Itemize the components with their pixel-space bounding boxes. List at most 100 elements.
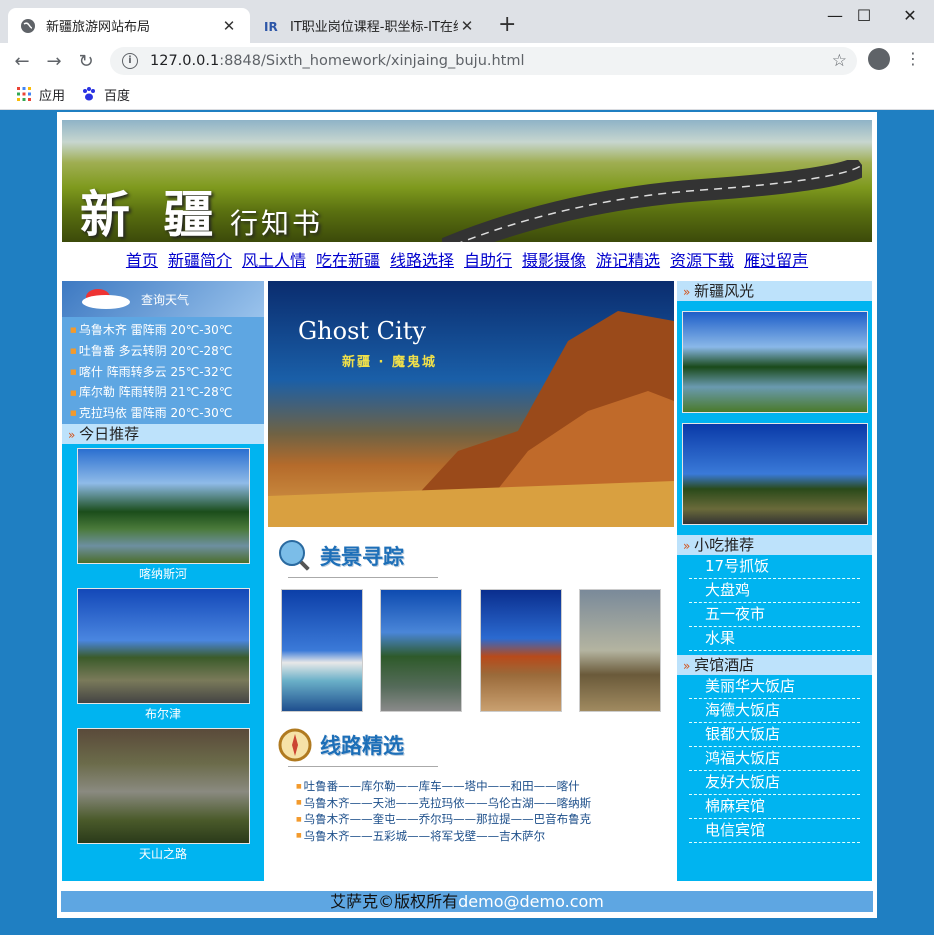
banner-subtitle: 行知书 [230, 207, 324, 240]
bookmarks-bar: 应用 百度 [0, 79, 934, 110]
bookmark-star-icon[interactable]: ☆ [832, 51, 847, 71]
scenic-heading: 美景寻踪 [268, 535, 674, 581]
more-menu-icon[interactable]: ⋮ [905, 49, 921, 69]
new-tab-button[interactable]: + [498, 14, 516, 36]
close-window-icon[interactable]: ✕ [895, 6, 925, 25]
today-list: 喀纳斯河 布尔津 天山之路 [62, 448, 264, 864]
bookmark-baidu[interactable]: 百度 [81, 85, 130, 104]
scenic-title: 美景寻踪 [320, 545, 404, 569]
tab-xinjiang[interactable]: 新疆旅游网站布局 ✕ [8, 8, 250, 43]
snack-item[interactable]: 大盘鸡 [689, 579, 860, 603]
kanas-river-image[interactable] [76, 448, 250, 564]
compass-icon [278, 728, 312, 762]
url-path: :8848/Sixth_homework/xinjaing_buju.html [219, 53, 525, 69]
weather-header: 查询天气 [62, 281, 264, 317]
today-item[interactable]: 喀纳斯河 [76, 448, 250, 584]
divider [288, 577, 438, 578]
forward-arrow-icon[interactable]: → [38, 51, 70, 72]
snacks-header: 小吃推荐 [677, 535, 872, 555]
nav-link[interactable]: 雁过留声 [744, 251, 808, 270]
nav-link[interactable]: 线路选择 [390, 251, 454, 270]
main-nav: 首页 新疆简介 风土人情 吃在新疆 线路选择 自助行 摄影摄像 游记精选 资源下载 雁过留声 [57, 247, 877, 271]
hotel-item[interactable]: 美丽华大饭店 [689, 675, 860, 699]
right-sidebar: 新疆风光 小吃推荐 17号抓饭 大盘鸡 五一夜市 水果 宾馆酒店 美丽华大饭店 … [677, 281, 872, 881]
bridge-photo[interactable] [380, 589, 463, 712]
profile-avatar-icon[interactable] [868, 48, 890, 70]
route-item[interactable]: 乌鲁木齐——奎屯——乔尔玛——那拉提——巴音布鲁克 [296, 811, 674, 828]
weather-item: 克拉玛依 雷阵雨 20℃-30℃ [70, 403, 264, 424]
routes-heading: 线路精选 [268, 724, 674, 770]
weather-item: 库尔勒 阵雨转阴 21℃-28℃ [70, 382, 264, 403]
scenery-road-image[interactable] [681, 423, 868, 525]
today-caption: 天山之路 [138, 847, 187, 861]
web-page: 新 疆 行知书 首页 新疆简介 风土人情 吃在新疆 线路选择 自助行 摄影摄像 游记精选 资源下… [57, 112, 877, 918]
hero-subtitle: 新疆 · 魔鬼城 [342, 355, 437, 370]
nav-link[interactable]: 新疆简介 [168, 251, 232, 270]
nav-link[interactable]: 资源下载 [670, 251, 734, 270]
browser-tab-strip: 新疆旅游网站布局 ✕ IR IT职业岗位课程-职坐标-IT在线学 ✕ + — ☐… [0, 0, 934, 43]
poplar-tree-photo[interactable] [578, 589, 661, 712]
snack-item[interactable]: 水果 [689, 627, 860, 651]
weather-box: 查询天气 乌鲁木齐 雷阵雨 20℃-30℃ 吐鲁番 多云转阴 20℃-28℃ 喀… [62, 281, 264, 424]
weather-list: 乌鲁木齐 雷阵雨 20℃-30℃ 吐鲁番 多云转阴 20℃-28℃ 喀什 阵雨转… [62, 317, 264, 424]
snack-item[interactable]: 五一夜市 [689, 603, 860, 627]
copyright-text: 艾萨克©版权所有 [330, 892, 459, 911]
nav-link[interactable]: 游记精选 [596, 251, 660, 270]
route-item[interactable]: 乌鲁木齐——天池——克拉玛依——乌伦古湖——喀纳斯 [296, 795, 674, 812]
today-item[interactable]: 天山之路 [76, 728, 250, 864]
tab-title: IT职业岗位课程-职坐标-IT在线学 [290, 20, 458, 35]
site-logo-icon: IR [264, 18, 280, 34]
hotel-item[interactable]: 鸿福大饭店 [689, 747, 860, 771]
scenic-gallery [268, 581, 674, 712]
nav-link[interactable]: 自助行 [464, 251, 512, 270]
snack-item[interactable]: 17号抓饭 [689, 555, 860, 579]
ghost-city-banner[interactable]: Ghost City 新疆 · 魔鬼城 [268, 281, 674, 527]
burqin-image[interactable] [76, 588, 250, 704]
today-caption: 布尔津 [144, 707, 181, 721]
weather-item: 喀什 阵雨转多云 25℃-32℃ [70, 362, 264, 383]
routes-title: 线路精选 [320, 734, 404, 758]
route-item[interactable]: 吐鲁番——库尔勒——库车——塔中——和田——喀什 [296, 778, 674, 795]
address-bar[interactable]: i 127.0.0.1:8848/Sixth_homework/xinjaing… [110, 47, 857, 75]
maximize-icon[interactable]: ☐ [849, 6, 879, 25]
nav-link[interactable]: 首页 [126, 251, 158, 270]
weather-title: 查询天气 [141, 292, 190, 307]
nav-link[interactable]: 吃在新疆 [316, 251, 380, 270]
reload-icon[interactable]: ↻ [70, 51, 102, 72]
hotels-list: 美丽华大饭店 海德大饭店 银都大饭店 鸿福大饭店 友好大饭店 棉麻宾馆 电信宾馆 [677, 675, 872, 843]
bookmark-apps[interactable]: 应用 [16, 85, 65, 104]
main-content: Ghost City 新疆 · 魔鬼城 美景寻踪 线路精选 吐鲁番——库尔勒——… [268, 281, 674, 881]
route-item[interactable]: 乌鲁木齐——五彩城——将军戈壁——吉木萨尔 [296, 828, 674, 845]
hotel-item[interactable]: 银都大饭店 [689, 723, 860, 747]
routes-list: 吐鲁番——库尔勒——库车——塔中——和田——喀什 乌鲁木齐——天池——克拉玛依—… [296, 778, 674, 844]
close-tab-icon[interactable]: ✕ [458, 17, 476, 35]
road-graphic [442, 160, 862, 242]
hotel-item[interactable]: 友好大饭店 [689, 771, 860, 795]
scenery-header: 新疆风光 [677, 281, 872, 301]
lake-photo[interactable] [281, 589, 363, 712]
back-arrow-icon[interactable]: ← [6, 51, 38, 72]
minimize-icon[interactable]: — [820, 6, 850, 25]
tab-it-course[interactable]: IR IT职业岗位课程-职坐标-IT在线学 ✕ [252, 8, 488, 43]
nav-link[interactable]: 摄影摄像 [522, 251, 586, 270]
divider [288, 766, 438, 767]
scenery-lake-image[interactable] [681, 311, 868, 413]
desert-rock-photo[interactable] [479, 589, 562, 712]
bookmark-label: 百度 [104, 88, 131, 104]
url-host: 127.0.0.1 [150, 53, 220, 69]
info-icon[interactable]: i [122, 53, 138, 69]
header-banner: 新 疆 行知书 [62, 120, 872, 242]
hotel-item[interactable]: 电信宾馆 [689, 819, 860, 843]
svg-text:IR: IR [264, 20, 278, 34]
magnifier-icon [279, 540, 313, 574]
browser-toolbar: ← → ↻ i 127.0.0.1:8848/Sixth_homework/xi… [0, 43, 934, 79]
hotel-item[interactable]: 棉麻宾馆 [689, 795, 860, 819]
close-tab-icon[interactable]: ✕ [220, 17, 238, 35]
nav-link[interactable]: 风土人情 [242, 251, 306, 270]
footer-email[interactable]: demo@demo.com [458, 892, 604, 911]
hotel-item[interactable]: 海德大饭店 [689, 699, 860, 723]
baidu-paw-icon [83, 87, 96, 101]
tianshan-road-image[interactable] [76, 728, 250, 844]
today-item[interactable]: 布尔津 [76, 588, 250, 724]
cloud-icon [82, 289, 130, 309]
